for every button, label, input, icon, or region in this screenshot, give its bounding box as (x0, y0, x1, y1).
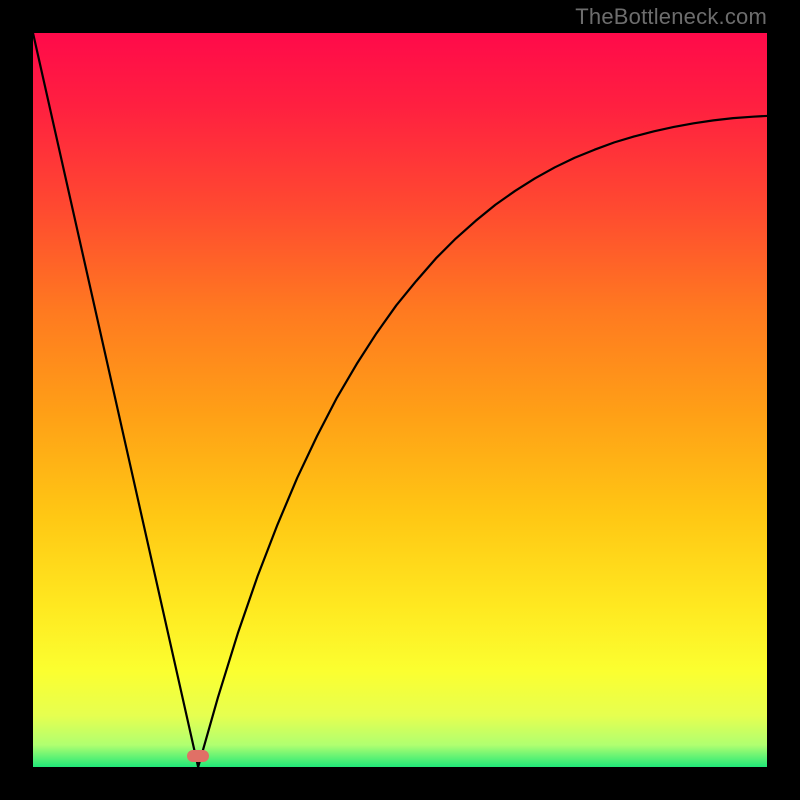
chart-frame: TheBottleneck.com (0, 0, 800, 800)
plot-area (33, 33, 767, 767)
watermark-text: TheBottleneck.com (575, 4, 767, 30)
minimum-marker (187, 750, 209, 762)
bottleneck-curve (33, 33, 767, 767)
